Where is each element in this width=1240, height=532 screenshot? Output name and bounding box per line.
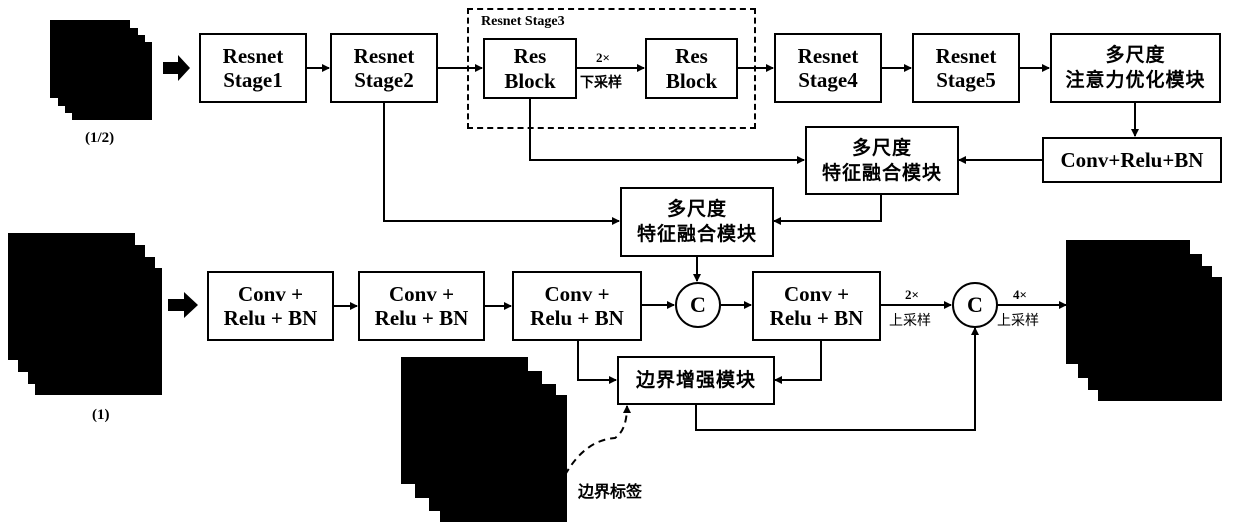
conv2-line1: Conv + <box>388 281 455 306</box>
resnet-stage5-box: Resnet Stage5 <box>912 33 1020 103</box>
resnet-stage1-box: Resnet Stage1 <box>199 33 307 103</box>
arrow-fusiona-fusionb <box>773 194 882 225</box>
stage1-line1: Resnet <box>222 43 284 68</box>
stage2-line2: Stage2 <box>354 68 414 92</box>
res-block-a-line2: Block <box>504 68 556 93</box>
conv4-line1: Conv + <box>783 281 850 306</box>
res-block-a-box: Res Block <box>483 38 577 99</box>
boundary-enhancement-module-box: 边界增强模块 <box>617 356 775 405</box>
downsample-factor-label: 2× <box>596 50 610 65</box>
arrow-boundary-label <box>564 405 631 476</box>
resnet-stage2-box: Resnet Stage2 <box>330 33 438 103</box>
res-block-b-line2: Block <box>665 68 718 93</box>
boundary-module-label: 边界增强模块 <box>635 369 756 392</box>
downsample-text-label: 下采样 <box>580 75 622 91</box>
conv2-line2: Relu + BN <box>374 306 469 330</box>
input-half-scale-label: (1/2) <box>85 130 115 146</box>
upsample-b-factor-label: 4× <box>1013 287 1027 302</box>
feature-fusion-module-b-box: 多尺度 特征融合模块 <box>620 187 774 257</box>
fusion-a-line1: 多尺度 <box>851 136 912 159</box>
stage5-line2: Stage5 <box>936 68 996 92</box>
res-block-b-box: Res Block <box>645 38 738 99</box>
conv-block-3-box: Conv + Relu + BN <box>512 271 642 341</box>
concat-node-b: C <box>952 282 998 328</box>
resnet-stage4-box: Resnet Stage4 <box>774 33 882 103</box>
input-image-full-stack <box>8 233 168 403</box>
boundary-label-image-stack <box>401 357 571 527</box>
conv1-line2: Relu + BN <box>223 306 318 330</box>
conv-block-1-box: Conv + Relu + BN <box>207 271 334 341</box>
output-prediction-stack <box>1066 240 1226 405</box>
conv4-line2: Relu + BN <box>769 306 864 330</box>
concat-node-a: C <box>675 282 721 328</box>
thick-arrow-input-half <box>163 55 190 81</box>
fusion-a-line2: 特征融合模块 <box>821 161 942 184</box>
upsample-a-factor-label: 2× <box>905 287 919 302</box>
input-image-half-stack <box>50 20 152 120</box>
res-block-a-line1: Res <box>513 44 547 69</box>
res-block-b-line1: Res <box>675 44 708 69</box>
conv-relu-bn-label: Conv+Relu+BN <box>1060 147 1204 172</box>
multiscale-attention-module-box: 多尺度 注意力优化模块 <box>1050 33 1221 103</box>
fusion-b-line2: 特征融合模块 <box>636 223 757 245</box>
feature-fusion-module-a-box: 多尺度 特征融合模块 <box>805 126 959 195</box>
stage1-line2: Stage1 <box>223 68 283 92</box>
stage4-line2: Stage4 <box>798 68 858 92</box>
attention-line1: 多尺度 <box>1105 44 1166 67</box>
conv-block-2-box: Conv + Relu + BN <box>358 271 485 341</box>
fusion-b-line1: 多尺度 <box>666 198 727 221</box>
upsample-b-text-label: 上采样 <box>997 313 1039 329</box>
conv3-line1: Conv + <box>544 281 610 306</box>
thick-arrow-input-full <box>168 292 198 318</box>
stage2-line1: Resnet <box>353 43 415 68</box>
arrow-conv3-boundary <box>577 340 617 384</box>
stage3-group-label: Resnet Stage3 <box>481 14 565 29</box>
boundary-label-text: 边界标签 <box>578 482 643 501</box>
conv1-line1: Conv + <box>237 281 304 306</box>
arrow-conv4-boundary <box>774 340 822 384</box>
attention-line2: 注意力优化模块 <box>1065 69 1206 91</box>
stage5-line1: Resnet <box>935 43 997 68</box>
upsample-a-text-label: 上采样 <box>889 313 931 329</box>
stage4-line1: Resnet <box>797 43 859 68</box>
conv3-line2: Relu + BN <box>530 306 624 330</box>
conv-block-4-box: Conv + Relu + BN <box>752 271 881 341</box>
input-full-scale-label: (1) <box>92 407 110 423</box>
conv-relu-bn-box: Conv+Relu+BN <box>1042 137 1222 183</box>
